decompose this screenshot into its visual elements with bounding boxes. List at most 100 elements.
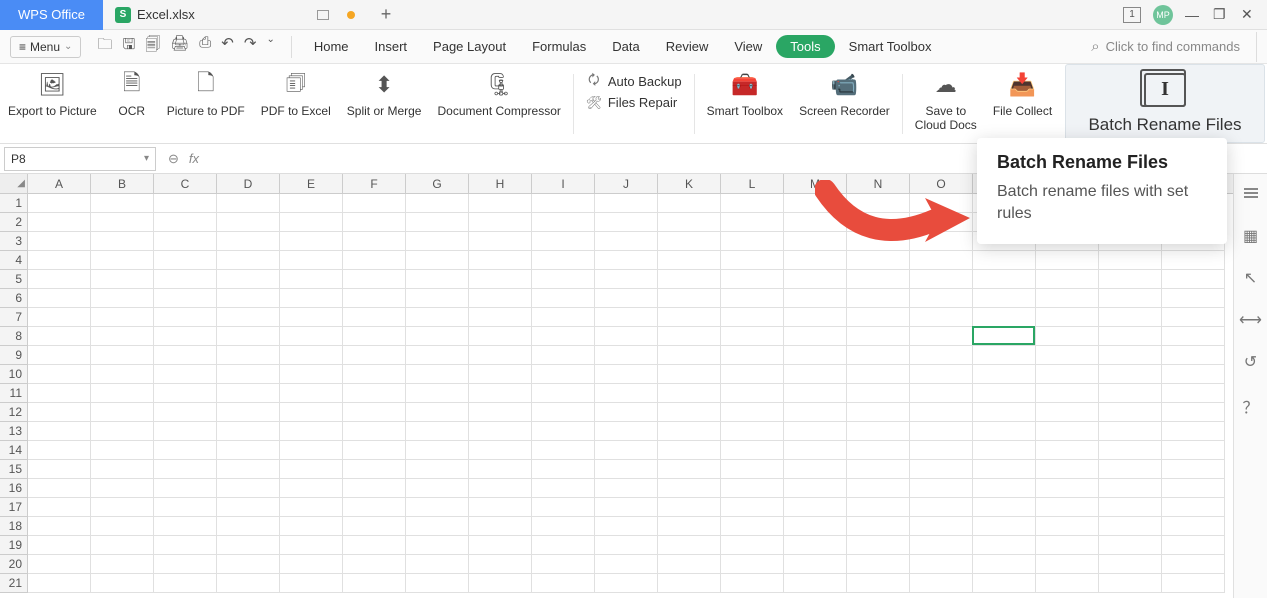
cell[interactable] bbox=[532, 270, 595, 289]
cell[interactable] bbox=[595, 498, 658, 517]
cell[interactable] bbox=[1162, 422, 1225, 441]
cell[interactable] bbox=[658, 213, 721, 232]
cell[interactable] bbox=[595, 555, 658, 574]
cell[interactable] bbox=[910, 536, 973, 555]
cell[interactable] bbox=[154, 460, 217, 479]
cell[interactable] bbox=[595, 479, 658, 498]
cell[interactable] bbox=[406, 194, 469, 213]
cell[interactable] bbox=[847, 479, 910, 498]
row-header[interactable]: 2 bbox=[0, 213, 28, 232]
cell[interactable] bbox=[406, 327, 469, 346]
cell[interactable] bbox=[154, 422, 217, 441]
tab-view[interactable]: View bbox=[722, 34, 774, 59]
cell[interactable] bbox=[406, 346, 469, 365]
cell[interactable] bbox=[847, 308, 910, 327]
cell[interactable] bbox=[1162, 555, 1225, 574]
pdf-to-excel-button[interactable]: 🗊 PDF to Excel bbox=[253, 64, 339, 122]
cell[interactable] bbox=[91, 479, 154, 498]
cell[interactable] bbox=[847, 536, 910, 555]
cell[interactable] bbox=[28, 441, 91, 460]
cell[interactable] bbox=[784, 441, 847, 460]
row-header[interactable]: 15 bbox=[0, 460, 28, 479]
cell[interactable] bbox=[154, 213, 217, 232]
app-tab[interactable]: WPS Office bbox=[0, 0, 103, 30]
picture-to-pdf-button[interactable]: 🗋 Picture to PDF bbox=[159, 64, 253, 122]
cell[interactable] bbox=[91, 289, 154, 308]
cell[interactable] bbox=[1162, 365, 1225, 384]
cell[interactable] bbox=[595, 422, 658, 441]
cell[interactable] bbox=[28, 346, 91, 365]
cell[interactable] bbox=[217, 194, 280, 213]
cell[interactable] bbox=[1099, 365, 1162, 384]
cell[interactable] bbox=[1162, 289, 1225, 308]
cell[interactable] bbox=[154, 555, 217, 574]
cell[interactable] bbox=[910, 479, 973, 498]
cell[interactable] bbox=[91, 232, 154, 251]
cell[interactable] bbox=[280, 536, 343, 555]
cell[interactable] bbox=[721, 479, 784, 498]
tab-page-layout[interactable]: Page Layout bbox=[421, 34, 518, 59]
row-header[interactable]: 4 bbox=[0, 251, 28, 270]
cell[interactable] bbox=[343, 213, 406, 232]
cell[interactable] bbox=[721, 308, 784, 327]
cell[interactable] bbox=[154, 441, 217, 460]
cell[interactable] bbox=[1099, 460, 1162, 479]
cell[interactable] bbox=[721, 574, 784, 593]
user-avatar[interactable]: MP bbox=[1153, 5, 1173, 25]
col-header[interactable]: J bbox=[595, 174, 658, 193]
row-header[interactable]: 19 bbox=[0, 536, 28, 555]
cell[interactable] bbox=[973, 327, 1036, 346]
cell[interactable] bbox=[28, 479, 91, 498]
col-header[interactable]: K bbox=[658, 174, 721, 193]
cell[interactable] bbox=[469, 517, 532, 536]
col-header[interactable]: L bbox=[721, 174, 784, 193]
cell[interactable] bbox=[910, 574, 973, 593]
name-box[interactable]: P8 ▾ bbox=[4, 147, 156, 171]
cell[interactable] bbox=[91, 574, 154, 593]
cell[interactable] bbox=[973, 536, 1036, 555]
cell[interactable] bbox=[784, 403, 847, 422]
cell[interactable] bbox=[280, 498, 343, 517]
cell[interactable] bbox=[343, 517, 406, 536]
cell[interactable] bbox=[28, 460, 91, 479]
cell[interactable] bbox=[91, 194, 154, 213]
main-menu-button[interactable]: ≡ Menu ⌄ bbox=[10, 36, 81, 58]
minimize-button[interactable]: — bbox=[1185, 7, 1201, 23]
cell[interactable] bbox=[532, 460, 595, 479]
cell[interactable] bbox=[91, 517, 154, 536]
cell[interactable] bbox=[721, 365, 784, 384]
cell[interactable] bbox=[406, 403, 469, 422]
cell[interactable] bbox=[91, 365, 154, 384]
tab-review[interactable]: Review bbox=[654, 34, 721, 59]
cell[interactable] bbox=[343, 555, 406, 574]
undo-icon[interactable]: ↶ bbox=[221, 34, 234, 59]
cell[interactable] bbox=[28, 327, 91, 346]
cell[interactable] bbox=[154, 365, 217, 384]
cell[interactable] bbox=[784, 327, 847, 346]
files-repair-button[interactable]: 🛠Files Repair bbox=[584, 93, 684, 112]
cell[interactable] bbox=[847, 517, 910, 536]
cell[interactable] bbox=[595, 270, 658, 289]
tab-home[interactable]: Home bbox=[302, 34, 361, 59]
cell[interactable] bbox=[658, 422, 721, 441]
cell[interactable] bbox=[847, 403, 910, 422]
cell[interactable] bbox=[1099, 574, 1162, 593]
cell[interactable] bbox=[154, 251, 217, 270]
cell[interactable] bbox=[28, 555, 91, 574]
cell[interactable] bbox=[532, 232, 595, 251]
cell[interactable] bbox=[28, 232, 91, 251]
command-search[interactable]: ⌕ Click to find commands bbox=[1091, 38, 1254, 55]
cell[interactable] bbox=[1036, 346, 1099, 365]
cell[interactable] bbox=[973, 308, 1036, 327]
cell[interactable] bbox=[343, 327, 406, 346]
cell[interactable] bbox=[1162, 498, 1225, 517]
cell[interactable] bbox=[1099, 422, 1162, 441]
cell[interactable] bbox=[595, 327, 658, 346]
cell[interactable] bbox=[154, 232, 217, 251]
document-compressor-button[interactable]: 🗜 Document Compressor bbox=[429, 64, 568, 122]
cell[interactable] bbox=[1099, 346, 1162, 365]
cell[interactable] bbox=[973, 555, 1036, 574]
maximize-button[interactable]: ❐ bbox=[1213, 6, 1229, 23]
cell[interactable] bbox=[784, 308, 847, 327]
cell[interactable] bbox=[532, 403, 595, 422]
